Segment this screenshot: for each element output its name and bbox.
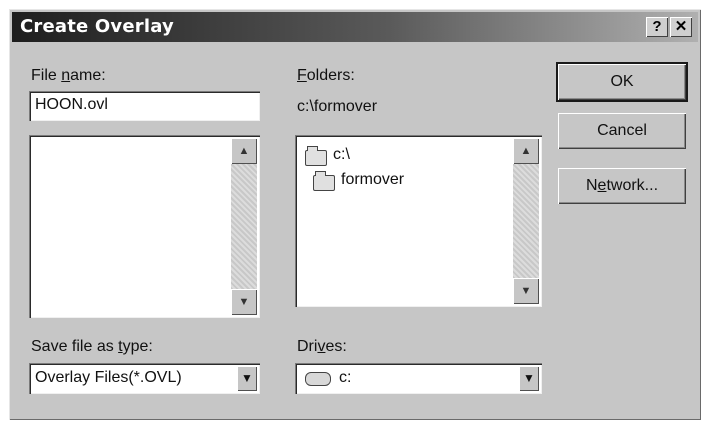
scroll-up-arrow-icon: ▲ (238, 145, 250, 157)
save-type-value: Overlay Files(*.OVL) (35, 369, 182, 386)
scroll-down-arrow-icon: ▼ (520, 285, 532, 297)
folder-item-label: c:\ (333, 146, 350, 163)
folder-item-root[interactable]: c:\ (303, 145, 453, 167)
file-list-scroll-up-button[interactable]: ▲ (231, 138, 257, 164)
close-button[interactable]: ✕ (670, 17, 692, 37)
help-icon: ? (652, 18, 662, 35)
folder-icon (313, 171, 335, 191)
dropdown-arrow-icon: ▼ (523, 371, 535, 385)
folder-item-label: formover (341, 171, 405, 188)
folders-label: Folders: (297, 67, 355, 84)
network-button[interactable]: Network... (558, 168, 686, 204)
save-type-dropdown-button[interactable]: ▼ (237, 366, 257, 391)
drives-label: Drives: (297, 338, 347, 355)
file-list[interactable]: ▲ ▼ (29, 135, 260, 318)
dropdown-arrow-icon: ▼ (241, 371, 253, 385)
folder-tree-scroll-down-button[interactable]: ▼ (513, 278, 539, 304)
drives-dropdown-button[interactable]: ▼ (519, 366, 539, 391)
current-folder-path: c:\formover (297, 98, 378, 115)
file-name-label: File name: (31, 67, 106, 84)
file-name-input[interactable]: HOON.ovl (29, 91, 260, 121)
save-type-select[interactable]: Overlay Files(*.OVL) ▼ (29, 363, 260, 394)
help-button[interactable]: ? (646, 17, 668, 37)
folder-open-icon (305, 146, 327, 166)
folder-tree[interactable]: c:\ formover ▲ ▼ (295, 135, 542, 307)
file-name-value: HOON.ovl (35, 96, 108, 113)
folder-item-formover[interactable]: formover (311, 170, 461, 192)
title-bar[interactable]: Create Overlay ? ✕ (12, 12, 698, 42)
window-title: Create Overlay (20, 16, 174, 37)
folder-tree-scroll-up-button[interactable]: ▲ (513, 138, 539, 164)
scroll-down-arrow-icon: ▼ (238, 296, 250, 308)
drives-value: c: (339, 369, 352, 386)
ok-button[interactable]: OK (556, 62, 688, 102)
cancel-button[interactable]: Cancel (558, 113, 686, 149)
save-type-label: Save file as type: (31, 338, 153, 355)
close-icon: ✕ (674, 18, 688, 35)
file-list-scroll-down-button[interactable]: ▼ (231, 289, 257, 315)
scroll-up-arrow-icon: ▲ (520, 145, 532, 157)
create-overlay-dialog: Create Overlay ? ✕ File name: HOON.ovl ▲… (9, 9, 701, 420)
drives-select[interactable]: c: ▼ (295, 363, 542, 394)
file-list-scrollbar[interactable]: ▲ ▼ (231, 138, 257, 315)
folder-tree-scrollbar[interactable]: ▲ ▼ (513, 138, 539, 304)
drive-icon (305, 372, 331, 386)
